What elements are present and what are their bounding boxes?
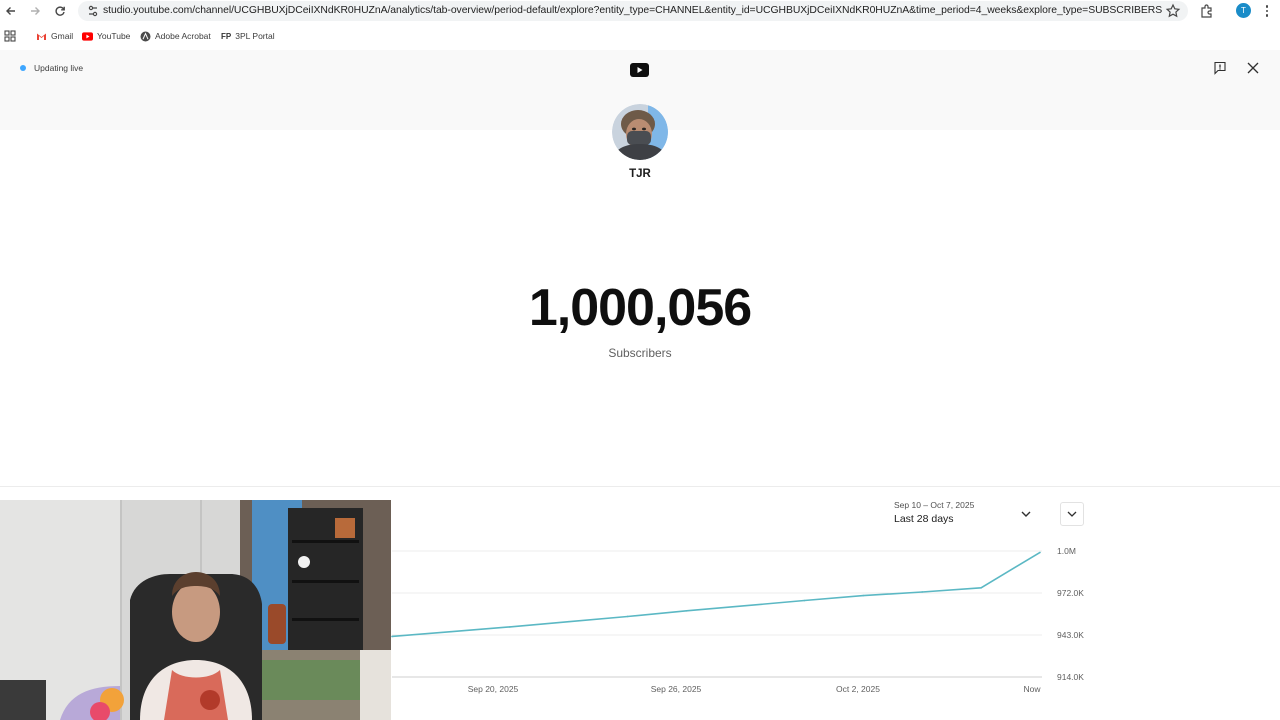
chart-point [567, 620, 570, 623]
bookmark-label: 3PL Portal [235, 31, 275, 41]
channel-avatar [612, 104, 668, 160]
live-indicator-icon [20, 65, 26, 71]
chevron-down-icon[interactable] [1019, 508, 1033, 520]
period-label[interactable]: Last 28 days [894, 513, 954, 525]
date-range[interactable]: Sep 10 – Oct 7, 2025 [894, 500, 974, 510]
subscriber-count: 1,000,056 [528, 279, 752, 337]
bookmarks-bar: Gmail YouTube Adobe Acrobat FP 3PL Porta… [0, 26, 1280, 46]
section-divider [0, 486, 1280, 487]
address-bar[interactable]: studio.youtube.com/channel/UCGHBUXjDCeiI… [78, 1, 1188, 21]
bookmark-youtube[interactable]: YouTube [82, 29, 130, 43]
bookmark-label: Adobe Acrobat [155, 31, 211, 41]
chart-point [1039, 551, 1041, 554]
chart-point [626, 615, 629, 618]
feedback-icon[interactable] [1213, 61, 1227, 75]
chart-point [744, 604, 747, 607]
youtube-icon [82, 31, 93, 42]
browser-toolbar: studio.youtube.com/channel/UCGHBUXjDCeiI… [0, 0, 1280, 22]
bookmark-label: Gmail [51, 31, 74, 41]
apps-grid-icon[interactable] [4, 30, 16, 42]
acrobat-icon [140, 31, 151, 42]
y-tick-label: 1.0M [1057, 546, 1076, 556]
chart-point [685, 610, 688, 612]
browser-menu-icon[interactable] [1263, 3, 1271, 19]
gmail-icon [36, 31, 47, 42]
y-tick-label: 972.0K [1057, 588, 1084, 598]
fp-icon: FP [221, 31, 232, 41]
back-icon[interactable] [3, 3, 19, 19]
y-tick-label: 914.0K [1057, 672, 1084, 682]
chart-point [921, 591, 923, 593]
close-icon[interactable] [1246, 61, 1260, 75]
chart-point [803, 599, 806, 602]
x-tick-label: Oct 2, 2025 [836, 684, 880, 694]
bookmark-label: YouTube [97, 31, 131, 41]
channel-name: TJR [629, 168, 651, 180]
forward-icon[interactable] [27, 3, 43, 19]
live-status: Updating live [34, 63, 84, 73]
url-text[interactable]: studio.youtube.com/channel/UCGHBUXjDCeiI… [103, 5, 1162, 16]
youtube-logo-icon [630, 63, 649, 77]
x-tick-label: Sep 20, 2025 [468, 684, 519, 694]
profile-avatar[interactable]: T [1236, 3, 1251, 18]
chart-point [862, 594, 865, 597]
chart-point [391, 635, 393, 638]
site-settings-icon[interactable] [86, 4, 100, 18]
bookmark-gmail[interactable]: Gmail [36, 29, 73, 43]
bookmark-adobe-acrobat[interactable]: Adobe Acrobat [140, 29, 211, 43]
chart-point [450, 630, 452, 633]
x-tick-label: Now [1023, 684, 1041, 694]
bookmark-3pl-portal[interactable]: FP 3PL Portal [221, 29, 275, 43]
reload-icon[interactable] [52, 3, 68, 19]
x-tick-label: Sep 26, 2025 [651, 684, 702, 694]
chart-point [980, 586, 982, 589]
extensions-icon[interactable] [1199, 3, 1215, 19]
subscribers-series-line [391, 551, 1041, 638]
y-tick-label: 943.0K [1057, 630, 1084, 640]
bookmark-star-icon[interactable] [1165, 3, 1181, 19]
subscriber-label: Subscribers [608, 346, 672, 360]
expand-button[interactable] [1060, 502, 1084, 526]
webcam-overlay [0, 500, 391, 720]
chevron-down-icon [1067, 511, 1077, 517]
chart-point [509, 626, 511, 628]
